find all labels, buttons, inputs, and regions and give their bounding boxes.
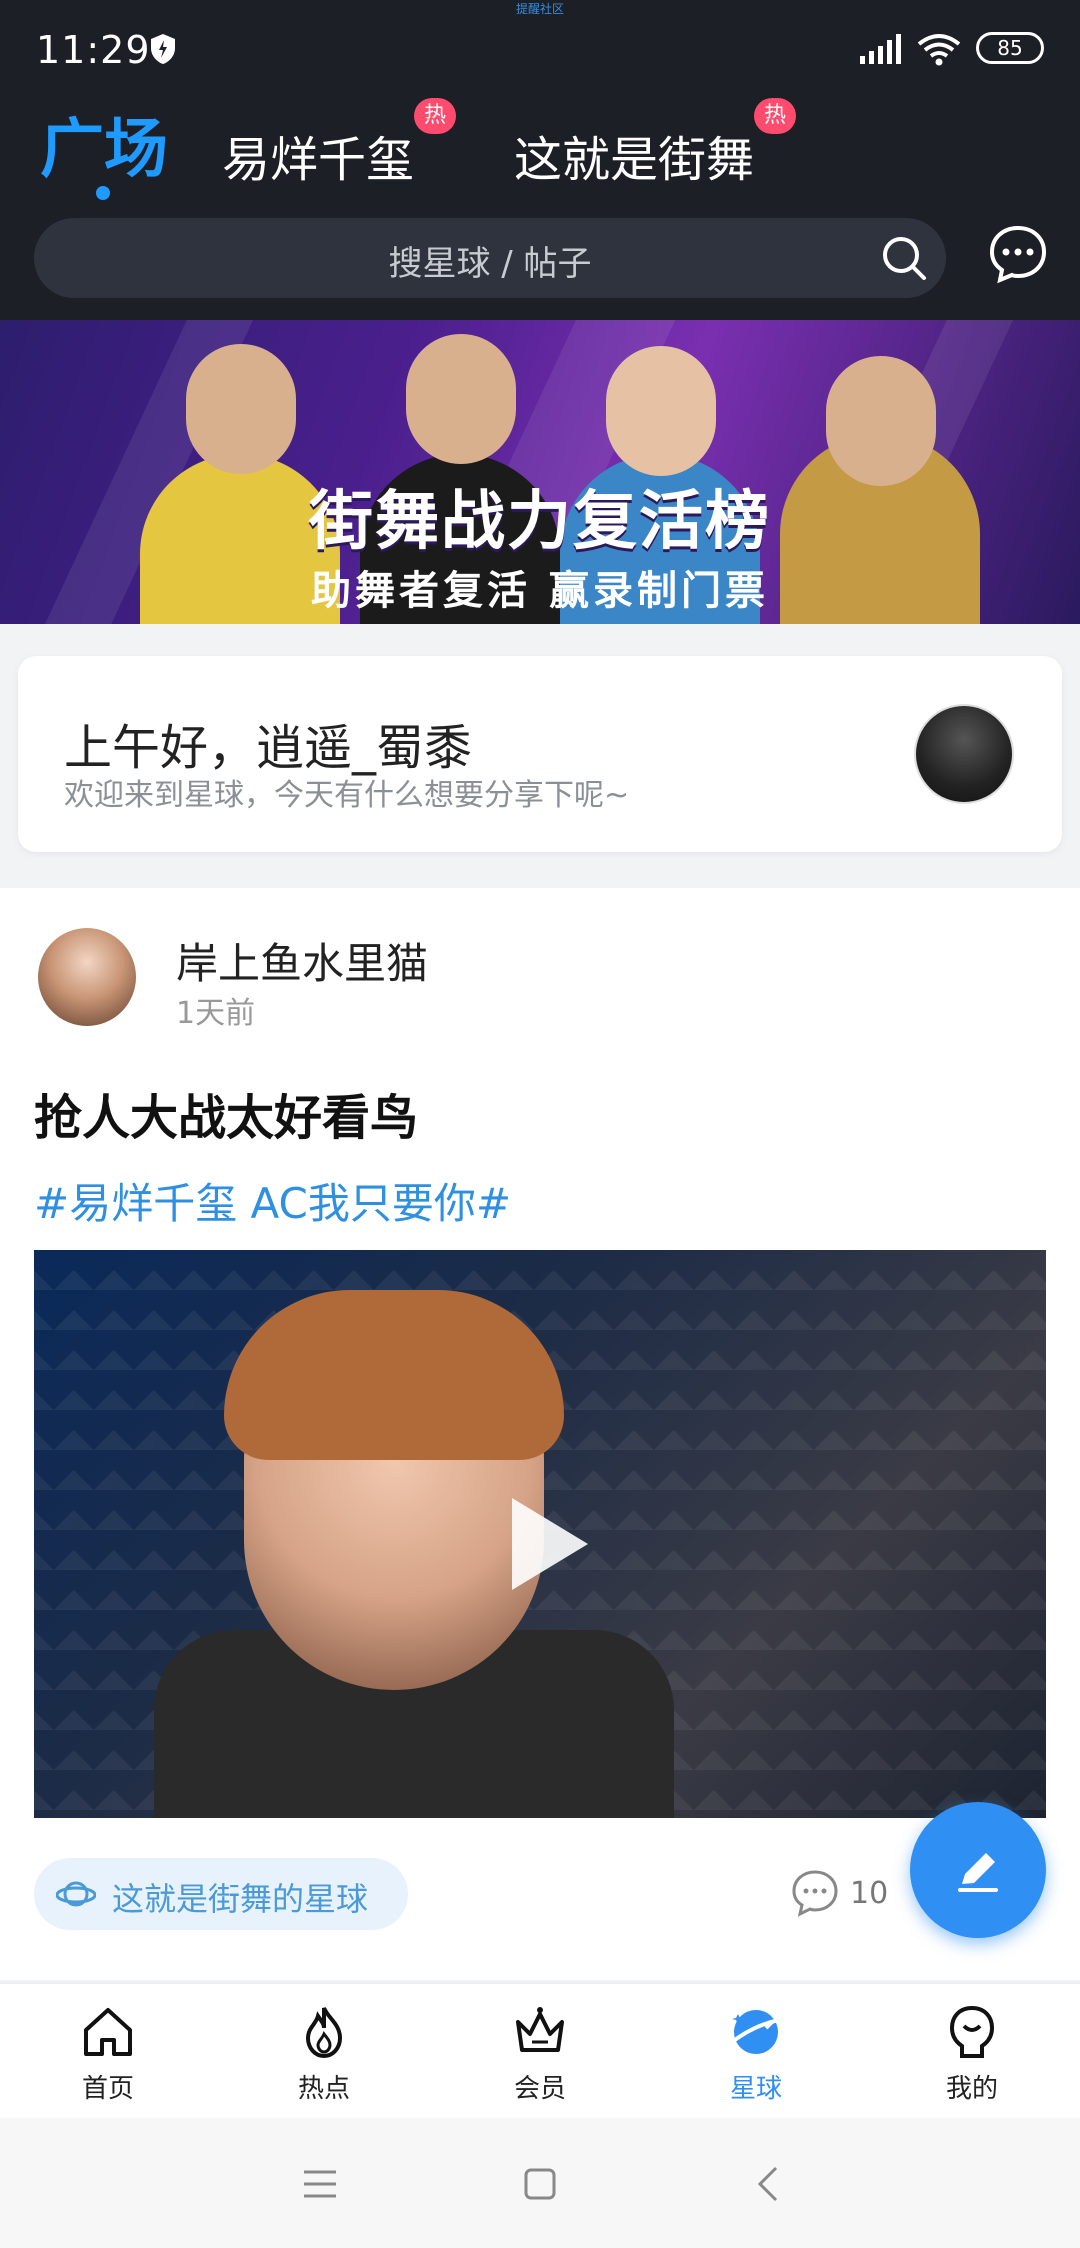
nav-label: 我的 <box>945 2074 998 2104</box>
banner-face <box>606 346 716 476</box>
nav-label: 星球 <box>729 2074 782 2104</box>
tab-yiyang-qianxi[interactable]: 易烊千玺 <box>222 120 414 190</box>
greeting-subtitle: 欢迎来到星球，今天有什么想要分享下呢~ <box>64 778 630 813</box>
battery-indicator: 85 <box>976 32 1044 64</box>
post-text: 抢人大战太好看鸟 <box>34 1090 419 1146</box>
greeting-card[interactable]: 上午好，逍遥_蜀黍 欢迎来到星球，今天有什么想要分享下呢~ <box>18 656 1062 852</box>
planet-icon <box>730 2010 781 2054</box>
nav-item-planet[interactable]: 星球 <box>676 2002 836 2105</box>
post-time: 1天前 <box>176 996 256 1031</box>
back-icon[interactable] <box>748 2162 792 2206</box>
wifi-icon <box>917 34 961 66</box>
post-topic-tag[interactable]: #易烊千玺 AC我只要你# <box>34 1170 511 1231</box>
menu-icon[interactable] <box>298 2162 342 2206</box>
top-header: 提醒社区 11:29 85 广场 易烊千玺 热 这就是街舞 热 搜星球 / 帖子 <box>0 0 1080 320</box>
promo-banner[interactable]: 街舞战力复活榜 助舞者复活 赢录制门票 <box>0 320 1080 624</box>
banner-face <box>406 334 516 464</box>
bottom-nav: 首页 热点 会员 星球 我的 <box>0 1982 1080 2120</box>
shield-icon <box>151 34 175 64</box>
status-bar: 11:29 85 <box>0 22 1080 78</box>
search-icon[interactable] <box>880 234 928 282</box>
nav-label: 会员 <box>513 2074 566 2104</box>
banner-subtitle: 助舞者复活 赢录制门票 <box>311 568 769 614</box>
post-video[interactable] <box>34 1250 1046 1818</box>
system-nav-bar <box>0 2118 1080 2248</box>
nav-item-home[interactable]: 首页 <box>28 2002 188 2105</box>
user-avatar[interactable] <box>914 704 1014 804</box>
nav-item-profile[interactable]: 我的 <box>892 2002 1052 2105</box>
post-card[interactable]: 岸上鱼水里猫 1天前 抢人大战太好看鸟 #易烊千玺 AC我只要你# 这就是街舞的… <box>0 888 1080 1980</box>
play-icon[interactable] <box>512 1498 588 1590</box>
hot-badge: 热 <box>414 98 456 134</box>
planet-icon <box>56 1881 96 1907</box>
status-time: 11:29 <box>36 28 151 72</box>
banner-face <box>826 356 936 486</box>
message-icon[interactable] <box>986 222 1050 286</box>
nav-item-member[interactable]: 会员 <box>460 2002 620 2105</box>
planet-chip-label: 这就是街舞的星球 <box>112 1880 369 1918</box>
fire-icon <box>305 2007 343 2059</box>
nav-item-hot[interactable]: 热点 <box>244 2002 404 2105</box>
comment-count: 10 <box>850 1876 889 1911</box>
home-square-icon[interactable] <box>518 2162 562 2206</box>
tab-square[interactable]: 广场 <box>40 98 168 190</box>
tab-street-dance[interactable]: 这就是街舞 <box>514 120 754 190</box>
banner-face <box>186 344 296 474</box>
search-placeholder: 搜星球 / 帖子 <box>388 244 592 284</box>
crown-icon <box>516 2007 564 2052</box>
post-author[interactable]: 岸上鱼水里猫 <box>176 930 428 991</box>
hot-badge: 热 <box>754 98 796 134</box>
greeting-title: 上午好，逍遥_蜀黍 <box>64 720 473 776</box>
status-app-label: 提醒社区 <box>515 2 564 16</box>
search-bar[interactable]: 搜星球 / 帖子 <box>34 218 946 298</box>
top-tabs: 广场 易烊千玺 热 这就是街舞 热 <box>0 98 1080 208</box>
comment-icon[interactable] <box>790 1868 840 1918</box>
nav-label: 首页 <box>81 2074 134 2104</box>
nav-label: 热点 <box>297 2074 350 2104</box>
signal-icon <box>860 34 901 64</box>
author-avatar[interactable] <box>38 928 136 1026</box>
pencil-icon <box>958 1853 998 1892</box>
planet-chip[interactable]: 这就是街舞的星球 <box>34 1858 408 1930</box>
create-post-button[interactable] <box>910 1802 1046 1938</box>
profile-icon <box>949 2005 995 2058</box>
home-icon <box>84 2008 132 2056</box>
banner-title: 街舞战力复活榜 <box>309 485 771 559</box>
active-tab-indicator <box>96 186 110 200</box>
